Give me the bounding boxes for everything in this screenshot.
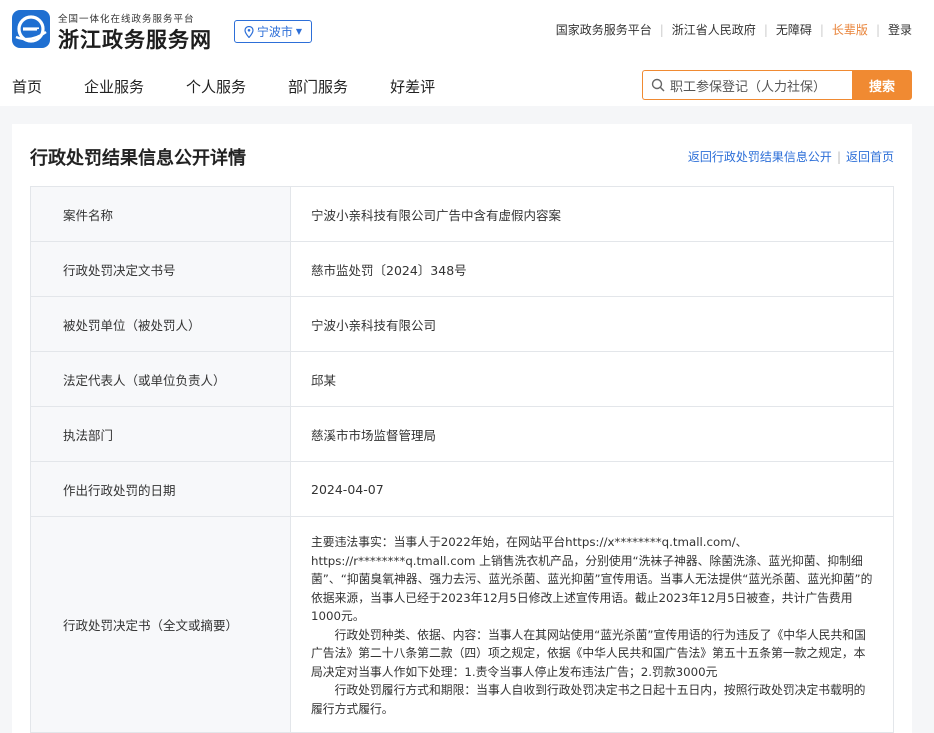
nav-personal-services[interactable]: 个人服务 (186, 76, 246, 97)
field-value: 邱某 (291, 352, 894, 406)
divider: | (836, 150, 841, 164)
search-input[interactable] (670, 77, 845, 93)
link-accessibility[interactable]: 无障碍 (776, 21, 812, 38)
detail-panel: 行政处罚结果信息公开详情 返回行政处罚结果信息公开 | 返回首页 案件名称 宁波小亲… (12, 124, 912, 733)
search-icon (651, 78, 665, 92)
site-header: 全国一体化在线政务服务平台 浙江政务服务网 宁波市 ▼ 国家政务服务平台 | 浙… (0, 0, 934, 106)
field-label: 作出行政处罚的日期 (31, 462, 291, 516)
divider: | (819, 22, 824, 37)
divider: | (875, 22, 880, 37)
field-value: 慈市监处罚〔2024〕348号 (291, 242, 894, 296)
table-row: 行政处罚决定文书号 慈市监处罚〔2024〕348号 (31, 242, 894, 297)
nav-feedback[interactable]: 好差评 (390, 76, 435, 97)
field-label: 执法部门 (31, 407, 291, 461)
table-row: 作出行政处罚的日期 2024-04-07 (31, 462, 894, 517)
field-value: 宁波小亲科技有限公司广告中含有虚假内容案 (291, 187, 894, 241)
field-value: 2024-04-07 (291, 462, 894, 516)
table-row: 被处罚单位（被处罚人） 宁波小亲科技有限公司 (31, 297, 894, 352)
field-value: 宁波小亲科技有限公司 (291, 297, 894, 351)
site-name[interactable]: 浙江政务服务网 (58, 24, 212, 54)
field-value: 慈溪市市场监督管理局 (291, 407, 894, 461)
nav-enterprise-services[interactable]: 企业服务 (84, 76, 144, 97)
decision-deadline: 行政处罚履行方式和期限：当事人自收到行政处罚决定书之日起十五日内，按照行政处罚决… (311, 683, 866, 716)
field-label: 法定代表人（或单位负责人） (31, 352, 291, 406)
location-pin-icon (244, 25, 254, 38)
platform-slogan: 全国一体化在线政务服务平台 (58, 14, 195, 25)
search-button[interactable]: 搜索 (852, 70, 912, 100)
city-selector[interactable]: 宁波市 ▼ (234, 20, 312, 43)
table-row: 法定代表人（或单位负责人） 邱某 (31, 352, 894, 407)
city-name: 宁波市 (256, 25, 293, 39)
link-elder-mode[interactable]: 长辈版 (832, 21, 868, 38)
panel-links: 返回行政处罚结果信息公开 | 返回首页 (688, 148, 894, 165)
decision-text: 主要违法事实：当事人于2022年始，在网站平台https://x********… (291, 517, 894, 732)
nav-department-services[interactable]: 部门服务 (288, 76, 348, 97)
link-national-platform[interactable]: 国家政务服务平台 (556, 21, 652, 38)
table-row: 案件名称 宁波小亲科技有限公司广告中含有虚假内容案 (31, 187, 894, 242)
table-row: 执法部门 慈溪市市场监督管理局 (31, 407, 894, 462)
field-label: 被处罚单位（被处罚人） (31, 297, 291, 351)
field-label: 行政处罚决定书（全文或摘要） (31, 517, 291, 732)
back-to-list-link[interactable]: 返回行政处罚结果信息公开 (688, 150, 832, 164)
decision-facts: 主要违法事实：当事人于2022年始，在网站平台https://x********… (311, 535, 873, 623)
link-provincial-government[interactable]: 浙江省人民政府 (672, 21, 756, 38)
e-logo-icon[interactable] (12, 10, 50, 48)
field-label: 案件名称 (31, 187, 291, 241)
nav-home[interactable]: 首页 (12, 76, 42, 97)
caret-down-icon: ▼ (295, 27, 303, 36)
login-link[interactable]: 登录 (888, 21, 912, 38)
table-row: 行政处罚决定书（全文或摘要） 主要违法事实：当事人于2022年始，在网站平台ht… (31, 517, 894, 733)
search-bar: 搜索 (642, 70, 912, 100)
divider: | (659, 22, 664, 37)
top-links: 国家政务服务平台 | 浙江省人民政府 | 无障碍 | 长辈版 | 登录 (556, 21, 912, 38)
divider: | (763, 22, 768, 37)
detail-table: 案件名称 宁波小亲科技有限公司广告中含有虚假内容案 行政处罚决定文书号 慈市监处… (30, 186, 894, 733)
decision-penalty: 行政处罚种类、依据、内容：当事人在其网站使用“蓝光杀菌”宣传用语的行为违反了《中… (311, 627, 866, 679)
search-box (642, 70, 852, 100)
field-label: 行政处罚决定文书号 (31, 242, 291, 296)
page-title: 行政处罚结果信息公开详情 (30, 148, 246, 169)
back-to-home-link[interactable]: 返回首页 (846, 150, 894, 164)
main-nav: 首页 企业服务 个人服务 部门服务 好差评 (12, 76, 477, 97)
